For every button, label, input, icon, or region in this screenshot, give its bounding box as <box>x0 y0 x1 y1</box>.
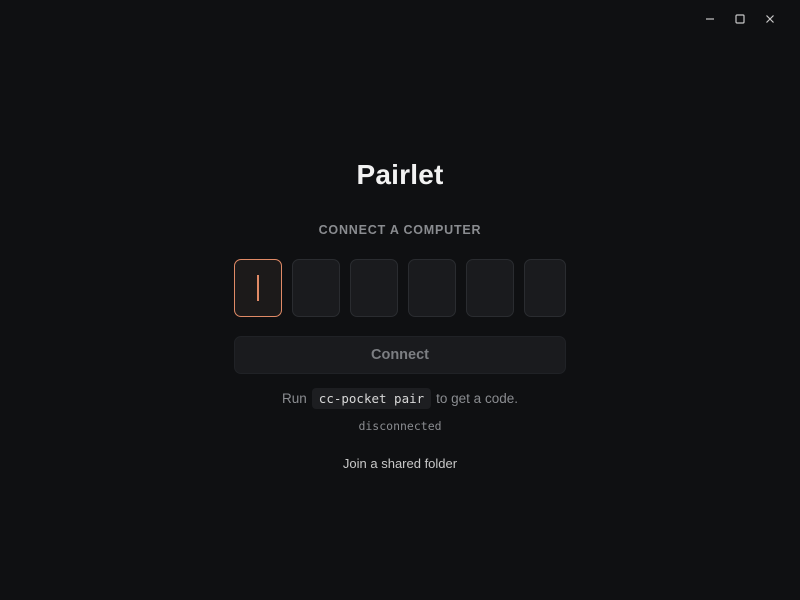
pairing-panel: Pairlet CONNECT A COMPUTER Connect Run c… <box>0 0 800 472</box>
join-shared-folder-link[interactable]: Join a shared folder <box>343 456 457 472</box>
pairing-hint: Run cc-pocket pair to get a code. <box>282 387 518 409</box>
code-cell-6[interactable] <box>524 259 566 317</box>
code-cell-4[interactable] <box>408 259 456 317</box>
hint-prefix: Run <box>282 390 307 406</box>
code-cell-5[interactable] <box>466 259 514 317</box>
hint-suffix: to get a code. <box>436 390 518 406</box>
pairing-code-input <box>234 259 566 317</box>
connection-status: disconnected <box>358 419 442 433</box>
code-cell-3[interactable] <box>350 259 398 317</box>
code-cell-1[interactable] <box>234 259 282 317</box>
section-label: CONNECT A COMPUTER <box>318 223 482 237</box>
app-window: Pairlet CONNECT A COMPUTER Connect Run c… <box>0 0 800 600</box>
connect-button[interactable]: Connect <box>234 336 566 374</box>
app-title: Pairlet <box>356 159 444 190</box>
code-cell-2[interactable] <box>292 259 340 317</box>
hint-command: cc-pocket pair <box>311 387 432 409</box>
text-caret <box>257 275 259 301</box>
